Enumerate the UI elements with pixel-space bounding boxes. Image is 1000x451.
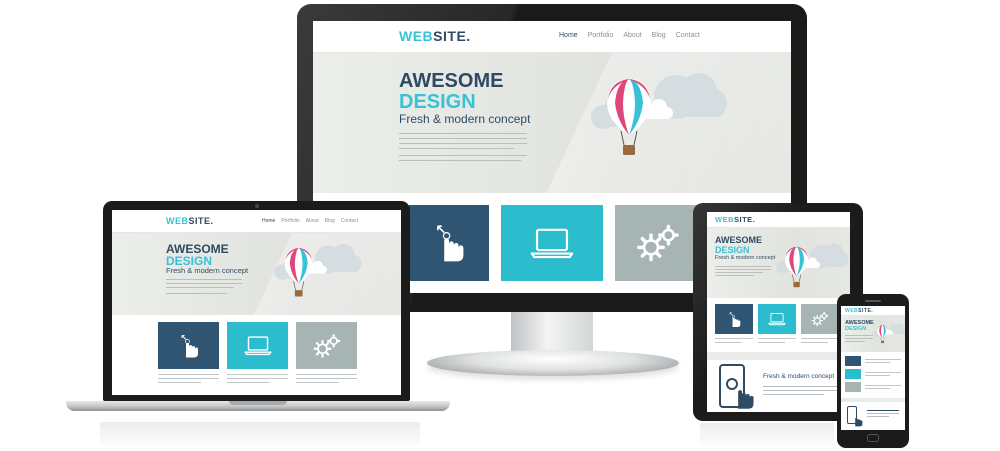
hot-air-balloon-icon [771,236,850,298]
feature-tiles [158,322,357,369]
laptop-icon [244,335,272,356]
nav-home[interactable]: Home [262,218,275,224]
site-header: WEBSITE. [841,306,905,316]
site-logo[interactable]: WEBSITE. [166,216,214,226]
logo-site: SITE. [433,28,471,44]
feature-captions [158,374,357,386]
gears-icon [313,333,341,359]
laptop-screen: WEBSITE. Home Portfolio About Blog Conta… [112,210,401,395]
laptop: WEBSITE. Home Portfolio About Blog Conta… [66,198,450,420]
hot-air-balloon-icon [581,59,731,179]
feature-tiles [715,304,839,334]
nav-contact[interactable]: Contact [341,218,358,224]
site-header: WEBSITE. [707,212,850,228]
nav-blog[interactable]: Blog [652,32,666,39]
section-heading: Fresh & modern concept [763,373,835,380]
site-nav: Home Portfolio About Blog Contact [262,218,358,224]
feature-tile-touch[interactable] [158,322,219,369]
feature-list [845,356,901,392]
laptop-camera [255,204,259,208]
hero-body-text [399,133,527,165]
feature-tile-touch[interactable] [715,304,753,334]
hot-air-balloon-icon [268,235,364,312]
laptop-website: WEBSITE. Home Portfolio About Blog Conta… [112,210,401,395]
section-body-text [763,386,839,399]
monitor-stand-neck [511,312,593,354]
feature-tiles [409,205,701,281]
laptop-icon [768,312,786,326]
nav-blog[interactable]: Blog [325,218,335,224]
hero-headline-design: DESIGN [845,326,867,332]
nav-home[interactable]: Home [559,32,578,39]
monitor-stand-base [427,350,679,376]
site-logo[interactable]: WEBSITE. [845,308,873,314]
site-nav: Home Portfolio About Blog Contact [559,32,700,39]
site-header: WEBSITE. Home Portfolio About Blog Conta… [313,21,791,53]
site-logo[interactable]: WEBSITE. [399,28,471,44]
feature-tile-settings[interactable] [296,322,357,369]
phone-home-button[interactable] [867,434,879,442]
hero-headline-design: DESIGN [715,245,750,255]
gears-icon [811,311,829,327]
hot-air-balloon-icon [871,320,905,349]
phone-speaker [865,300,881,302]
feature-tile-settings[interactable] [615,205,701,281]
feature-tile-settings[interactable] [801,304,839,334]
logo-web: WEB [399,28,434,44]
phone-screen: WEBSITE. AWESOME DESIGN [841,306,905,430]
hero-headline-design: DESIGN [399,91,476,113]
tablet-website: WEBSITE. AWESOME DESIGN Fresh & modern c… [707,212,850,412]
site-header: WEBSITE. Home Portfolio About Blog Conta… [112,210,401,233]
hero-body-text [845,335,873,346]
hero-banner: AWESOME DESIGN Fresh & modern concept [112,233,401,315]
feature-tile-devices[interactable] [227,322,288,369]
nav-about[interactable]: About [306,218,319,224]
feature-tile-devices[interactable] [501,205,603,281]
nav-portfolio[interactable]: Portfolio [588,32,614,39]
hero-body-text [166,279,242,298]
hero-headline-awesome: AWESOME [399,70,504,92]
section-divider [841,398,905,402]
hero-tagline: Fresh & modern concept [166,266,249,275]
site-logo[interactable]: WEBSITE. [715,215,755,224]
nav-contact[interactable]: Contact [676,32,700,39]
feature-captions [715,338,839,346]
hero-body-text [715,266,771,280]
feature-row-devices[interactable] [845,369,901,379]
hero-banner: AWESOME DESIGN Fresh & modern concept [313,53,791,193]
hero-banner: AWESOME DESIGN Fresh & modern concept [707,228,850,298]
touch-hand-icon [855,417,863,427]
laptop-icon [530,227,574,259]
gears-icon [636,223,680,263]
hero-banner: AWESOME DESIGN [841,316,905,352]
tablet-screen: WEBSITE. AWESOME DESIGN Fresh & modern c… [707,212,850,412]
section-body-text [867,410,899,421]
tablet-reflection [700,423,834,449]
feature-tile-devices[interactable] [758,304,796,334]
touch-hand-icon [179,333,199,359]
touch-hand-icon [728,311,741,328]
feature-row-settings[interactable] [845,382,901,392]
touch-hand-icon [738,390,754,409]
feature-row-touch[interactable] [845,356,901,366]
hero-tagline: Fresh & modern concept [399,112,531,126]
laptop-reflection [100,422,420,448]
nav-about[interactable]: About [623,32,641,39]
laptop-notch [229,401,287,405]
hero-tagline: Fresh & modern concept [715,255,776,261]
nav-portfolio[interactable]: Portfolio [281,218,299,224]
hero-headline-awesome: AWESOME [715,235,763,245]
phone-website: WEBSITE. AWESOME DESIGN [841,306,905,430]
smartphone: WEBSITE. AWESOME DESIGN [837,294,909,448]
section-divider [707,352,850,360]
